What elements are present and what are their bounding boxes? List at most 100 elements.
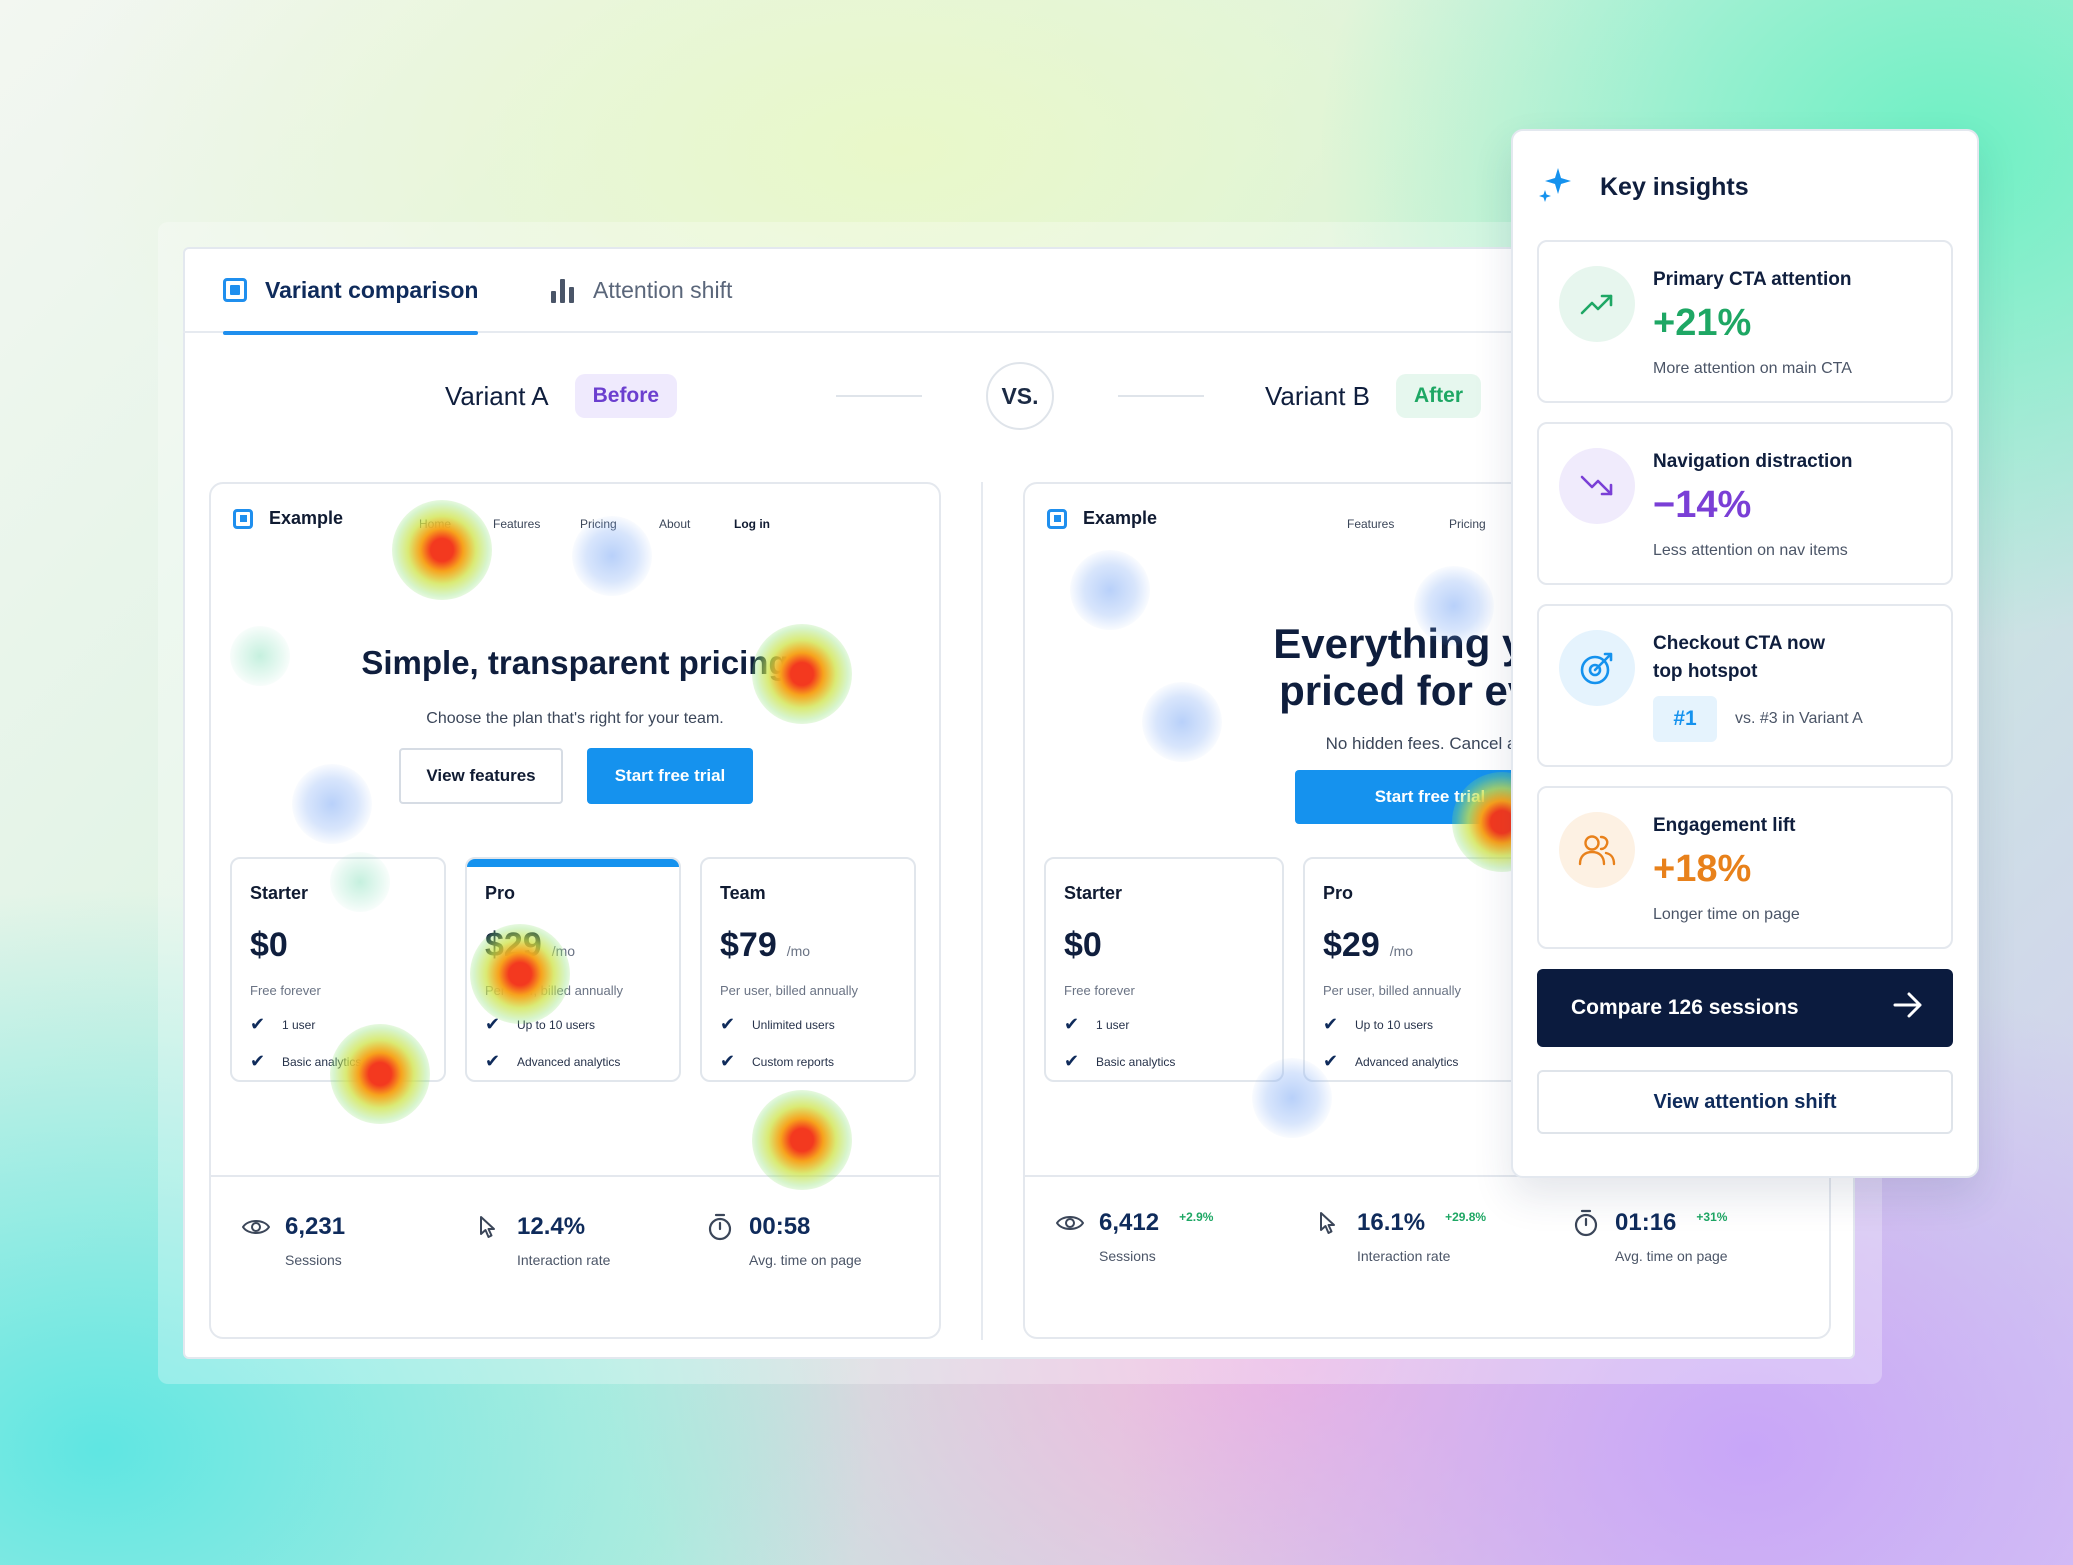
stat-label: Interaction rate [517, 1252, 611, 1268]
nav-features[interactable]: Features [493, 517, 540, 531]
plan-name: Starter [1064, 883, 1123, 903]
tab-attention-shift[interactable]: Attention shift [551, 247, 732, 333]
trend-up-icon [1559, 266, 1635, 342]
insight-subtext: vs. #3 in Variant A [1735, 710, 1863, 727]
plan-period: /mo [786, 943, 811, 959]
plan-feature: ✔ 1 user [250, 1014, 316, 1034]
check-icon: ✔ [1323, 1051, 1339, 1071]
stat-label: Avg. time on page [1615, 1248, 1728, 1264]
insight-card-checkout: Checkout CTA now top hotspot #1 vs. #3 i… [1537, 604, 1953, 767]
plan-card-pro[interactable]: Pro $29/mo Per user, billed annually ✔ Up… [465, 857, 681, 1082]
plan-feature: ✔ Basic analytics [250, 1051, 362, 1071]
insight-value: +18% [1653, 848, 1752, 890]
view-attention-shift-button[interactable]: View attention shift [1537, 1070, 1953, 1134]
brand-name: Example [269, 508, 344, 528]
stat-interaction-rate: 12.4% Interaction rate [473, 1212, 610, 1268]
eye-icon [1055, 1208, 1085, 1238]
plan-price: $0 [250, 926, 288, 964]
cursor-icon [473, 1212, 503, 1242]
check-icon: ✔ [720, 1014, 736, 1034]
insight-card-cta-attention: Primary CTA attention +21% More attentio… [1537, 240, 1953, 403]
plan-card-team[interactable]: Team $79/mo Per user, billed annually ✔ U… [700, 857, 916, 1082]
check-icon: ✔ [485, 1051, 501, 1071]
plan-card-pro[interactable]: Pro $29/mo Per user, billed annually ✔ Up… [1303, 857, 1543, 1082]
start-trial-button[interactable]: Start free trial [587, 748, 753, 804]
insights-title: Key insights [1600, 172, 1749, 201]
stat-delta: +29.8% [1445, 1210, 1487, 1224]
plan-feature: ✔ Basic analytics [1064, 1051, 1176, 1071]
bar-chart-icon [551, 277, 575, 303]
stat-delta: +2.9% [1179, 1210, 1214, 1224]
stat-label: Interaction rate [1357, 1248, 1451, 1264]
stat-time-on-page: 01:16 +31% Avg. time on page [1571, 1208, 1728, 1264]
cursor-icon [1313, 1208, 1343, 1238]
check-icon: ✔ [485, 1014, 501, 1034]
nav-login[interactable]: Log in [734, 517, 770, 531]
check-icon: ✔ [250, 1014, 266, 1034]
vs-badge: VS. [986, 362, 1054, 430]
insight-title: Checkout CTA now top hotspot [1653, 633, 1826, 682]
variant-divider [981, 482, 983, 1340]
eye-icon [241, 1212, 271, 1242]
insight-subtext: Less attention on nav items [1653, 542, 1848, 559]
plan-feature: ✔ Advanced analytics [485, 1051, 621, 1071]
square-icon [223, 278, 247, 302]
check-icon: ✔ [1064, 1014, 1080, 1034]
nav-pricing[interactable]: Pricing [1449, 517, 1486, 531]
stat-label: Sessions [1099, 1248, 1156, 1264]
stat-value: 12.4% [517, 1213, 586, 1240]
brand-name: Example [1083, 508, 1158, 528]
stat-sessions: 6,412 +2.9% Sessions [1055, 1208, 1213, 1264]
view-features-button[interactable]: View features [399, 748, 563, 804]
check-icon: ✔ [720, 1051, 736, 1071]
variant-a-label: Variant A [445, 380, 549, 411]
insight-subtext: More attention on main CTA [1653, 360, 1852, 377]
stat-label: Avg. time on page [749, 1252, 862, 1268]
stopwatch-icon [705, 1212, 735, 1242]
plan-note: Free forever [250, 983, 321, 998]
plan-card-starter[interactable]: Starter $0 Free forever ✔ 1 user ✔ Basic a… [230, 857, 446, 1082]
variant-b-header: Variant B After [1265, 370, 1482, 422]
stat-value: 6,412 [1099, 1209, 1160, 1236]
nav-home[interactable]: Home [419, 517, 451, 531]
stat-sessions: 6,231 Sessions [241, 1212, 345, 1268]
stat-value: 00:58 [749, 1213, 811, 1240]
plan-note: Per user, billed annually [720, 983, 859, 998]
plan-feature: ✔ 1 user [1064, 1014, 1130, 1034]
nav-about[interactable]: About [659, 517, 690, 531]
users-icon [1559, 812, 1635, 888]
before-badge: Before [574, 374, 678, 418]
plan-feature: ✔ Unlimited users [720, 1014, 835, 1034]
stat-value: 01:16 [1615, 1209, 1677, 1236]
arrow-right-icon [1893, 992, 1923, 1024]
logo-icon [233, 508, 253, 529]
vs-divider-right [1118, 395, 1204, 397]
insight-title: Primary CTA attention [1653, 269, 1852, 290]
plan-price: $79 [720, 926, 777, 964]
plan-note: Per user, billed annually [1323, 983, 1462, 998]
hero-subtitle: Choose the plan that's right for your te… [426, 710, 724, 727]
nav-pricing[interactable]: Pricing [580, 517, 617, 531]
stat-interaction-rate: 16.1% +29.8% Interaction rate [1313, 1208, 1486, 1264]
tab-label: Attention shift [593, 276, 733, 303]
compare-sessions-button[interactable]: Compare 126 sessions [1537, 969, 1953, 1047]
plan-name: Team [720, 883, 766, 903]
plan-name: Pro [485, 883, 516, 903]
insight-title: Engagement lift [1653, 815, 1796, 836]
check-icon: ✔ [1064, 1051, 1080, 1071]
check-icon: ✔ [250, 1051, 266, 1071]
plan-note: Per user, billed annually [485, 983, 624, 998]
plan-price: $29 [485, 926, 542, 964]
site-logo: Example [1047, 508, 1157, 529]
stat-value: 6,231 [285, 1213, 346, 1240]
nav-features[interactable]: Features [1347, 517, 1394, 531]
plan-feature: ✔ Up to 10 users [1323, 1014, 1434, 1034]
site-logo: Example [233, 508, 343, 529]
tab-variant-comparison[interactable]: Variant comparison [223, 247, 479, 335]
plan-price: $0 [1064, 926, 1102, 964]
plan-card-starter[interactable]: Starter $0 Free forever ✔ 1 user ✔ Basic a… [1044, 857, 1284, 1082]
trend-down-icon [1559, 448, 1635, 524]
stat-label: Sessions [285, 1252, 342, 1268]
button-label: Compare 126 sessions [1571, 996, 1799, 1019]
insight-value: −14% [1653, 484, 1752, 526]
